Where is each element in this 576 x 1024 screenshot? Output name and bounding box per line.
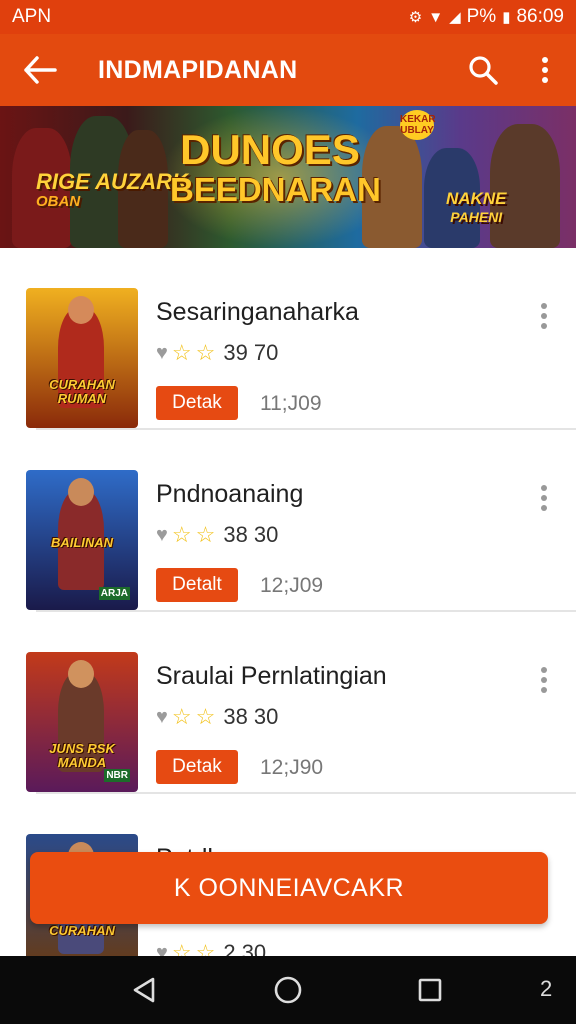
star-icon: ☆ bbox=[195, 522, 216, 547]
promo-banner[interactable]: RIGE AUZARK OBAN DUNOES BEEDNARAN KEKAR … bbox=[0, 106, 576, 248]
carrier-label: APN bbox=[12, 6, 52, 27]
download-count: 11;J09 bbox=[260, 392, 322, 415]
more-vert-icon bbox=[541, 303, 547, 329]
nav-home-button[interactable] bbox=[268, 970, 308, 1010]
game-title: Sraulai Pernlatingian bbox=[156, 662, 387, 690]
download-count: 12;J09 bbox=[260, 574, 324, 597]
rating-row: ♥ ☆ ☆ 38 30 bbox=[156, 522, 278, 548]
heart-icon[interactable]: ♥ bbox=[156, 706, 168, 729]
rating-value: 38 30 bbox=[223, 522, 279, 547]
nav-recents-button[interactable] bbox=[410, 970, 450, 1010]
back-button[interactable] bbox=[0, 34, 80, 106]
more-vert-icon bbox=[541, 667, 547, 693]
game-thumbnail: CURAHAN RUMAN bbox=[26, 288, 138, 428]
item-more-button[interactable] bbox=[532, 480, 556, 516]
banner-left-title: RIGE AUZARK OBAN bbox=[36, 169, 188, 211]
item-more-button[interactable] bbox=[532, 662, 556, 698]
more-vert-icon bbox=[542, 57, 548, 83]
hero-head bbox=[68, 660, 94, 688]
rating-row: ♥ ☆ ☆ 39 70 bbox=[156, 340, 278, 366]
more-vert-icon bbox=[541, 485, 547, 511]
detail-button[interactable]: Detak bbox=[156, 386, 238, 420]
game-title: Pndnoanaing bbox=[156, 480, 304, 508]
hero-head bbox=[68, 296, 94, 324]
app-bar: INDMAPIDANAN bbox=[0, 34, 576, 106]
signal-icon: ◢ bbox=[449, 9, 461, 26]
recents-square-icon bbox=[418, 978, 442, 1002]
star-icon: ☆ bbox=[195, 340, 216, 365]
star-icon: ☆ bbox=[171, 522, 192, 547]
thumbnail-title: CURAHAN bbox=[49, 923, 115, 938]
star-icon: ☆ bbox=[171, 704, 192, 729]
star-icon: ☆ bbox=[171, 340, 192, 365]
rating-value: 39 70 bbox=[223, 340, 279, 365]
list-item[interactable]: CURAHAN RUMAN Sesaringanaharka ♥ ☆ ☆ 39 7… bbox=[0, 248, 576, 430]
hero-head bbox=[68, 478, 94, 506]
thumbnail-title: CURAHAN RUMAN bbox=[49, 377, 115, 406]
search-icon bbox=[469, 56, 498, 85]
battery-label: P% bbox=[466, 6, 497, 27]
heart-icon[interactable]: ♥ bbox=[156, 524, 168, 547]
nav-back-button[interactable] bbox=[124, 970, 164, 1010]
item-more-button[interactable] bbox=[532, 298, 556, 334]
game-thumbnail: BAILINAN ARJA bbox=[26, 470, 138, 610]
game-thumbnail: JUNS RSK MANDA NBR bbox=[26, 652, 138, 792]
battery-icon: ▮ bbox=[502, 9, 511, 26]
detail-button[interactable]: Detalt bbox=[156, 568, 238, 602]
wifi-icon: ▼ bbox=[428, 8, 444, 26]
overflow-menu-button[interactable] bbox=[514, 34, 576, 106]
search-button[interactable] bbox=[452, 34, 514, 106]
rating-value: 38 30 bbox=[223, 704, 279, 729]
status-bar: APN ⚙ ▼ ◢ P% ▮ 86:09 bbox=[0, 0, 576, 34]
heart-icon[interactable]: ♥ bbox=[156, 342, 168, 365]
detail-button[interactable]: Detak bbox=[156, 750, 238, 784]
thumbnail-title: JUNS RSK MANDA bbox=[49, 741, 115, 770]
nav-extra-label: 2 bbox=[540, 976, 553, 1001]
rating-row: ♥ ☆ ☆ 38 30 bbox=[156, 704, 278, 730]
thumbnail-title: BAILINAN bbox=[50, 535, 114, 550]
thumbnail-tag: ARJA bbox=[98, 587, 130, 600]
thumbnail-tag: NBR bbox=[104, 769, 130, 782]
banner-badge: KEKAR UBLAY bbox=[400, 110, 436, 140]
page-title: INDMAPIDANAN bbox=[98, 55, 298, 84]
back-arrow-icon bbox=[24, 56, 57, 84]
star-icon: ☆ bbox=[195, 704, 216, 729]
banner-character bbox=[490, 124, 560, 248]
list-item[interactable]: BAILINAN ARJA Pndnoanaing ♥ ☆ ☆ 38 30 De… bbox=[0, 430, 576, 612]
banner-right-title: NAKNE PAHENI bbox=[446, 189, 507, 226]
game-title: Sesaringanaharka bbox=[156, 298, 359, 326]
back-triangle-icon bbox=[133, 977, 155, 1003]
gear-icon: ⚙ bbox=[408, 9, 423, 26]
game-list: CURAHAN RUMAN Sesaringanaharka ♥ ☆ ☆ 39 7… bbox=[0, 248, 576, 974]
system-nav-bar: 2 bbox=[0, 956, 576, 1024]
home-circle-icon bbox=[274, 976, 302, 1004]
clock: 86:09 bbox=[516, 6, 564, 27]
banner-main-title: DUNOES BEEDNARAN bbox=[170, 126, 381, 208]
download-count: 12;J90 bbox=[260, 756, 324, 779]
status-icons: ⚙ ▼ ◢ P% ▮ 86:09 bbox=[409, 6, 564, 28]
list-item[interactable]: JUNS RSK MANDA NBR Sraulai Pernlatingian … bbox=[0, 612, 576, 794]
primary-cta-button[interactable]: K OONNEIAVCAKR bbox=[30, 852, 548, 924]
